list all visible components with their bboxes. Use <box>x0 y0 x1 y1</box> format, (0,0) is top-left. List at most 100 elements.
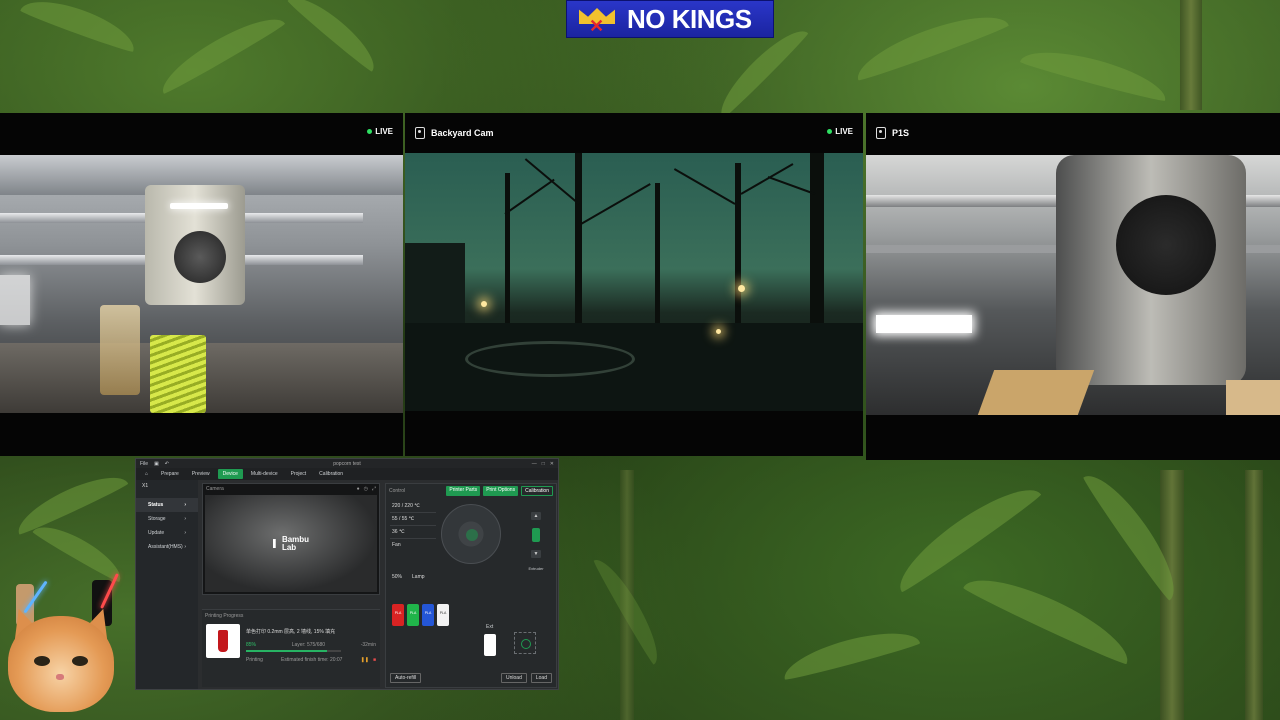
camera-icon <box>876 127 886 139</box>
crown-logo-icon: ✕ <box>575 4 619 36</box>
kitten-face <box>8 616 114 712</box>
external-spool-label: Ext <box>486 624 494 630</box>
tab-project[interactable]: Project <box>286 469 312 479</box>
home-icon[interactable]: ⌂ <box>140 469 153 479</box>
auto-refill-button[interactable]: Auto-refill <box>390 673 422 683</box>
chevron-right-icon: › <box>184 502 186 508</box>
p1s-video-feed <box>866 155 1280 415</box>
ams-spool[interactable]: PLA <box>437 604 449 626</box>
sidebar-item-label: Storage <box>148 516 166 522</box>
camera-icon <box>415 127 425 139</box>
p1s-cam-panel: P1S <box>866 113 1280 460</box>
tab-device[interactable]: Device <box>217 469 243 479</box>
z-up-button[interactable]: ▲ <box>531 512 541 520</box>
pause-icon[interactable]: ❚❚ <box>361 657 369 663</box>
progress-percent: 85% <box>246 642 257 648</box>
close-icon[interactable]: ✕ <box>550 461 554 467</box>
ams-3d-view <box>514 632 536 654</box>
progress-section-label: Printing Progress <box>205 613 244 619</box>
progress-fill <box>246 650 327 652</box>
printer-parts-button[interactable]: Printer Parts <box>446 486 481 496</box>
ams-spool[interactable]: PLA <box>422 604 434 626</box>
undo-icon[interactable]: ↶ <box>165 461 169 467</box>
bambu-mark-icon <box>272 539 276 548</box>
sidebar-item-storage[interactable]: Storage › <box>136 512 198 526</box>
z-axis-controls: ▲ ▼ Extruder <box>528 512 544 571</box>
tab-label: Multi-device <box>250 471 278 477</box>
tab-preview[interactable]: Preview <box>187 469 215 479</box>
expand-icon[interactable]: ⤢ <box>372 486 376 492</box>
extruder-icon <box>532 528 540 542</box>
print-state: Printing <box>246 657 263 663</box>
unload-button[interactable]: Unload <box>501 673 527 683</box>
estimated-finish: Estimated finish time: 20:07 <box>281 657 343 663</box>
kitten-jedi-overlay <box>0 573 132 720</box>
ams-spool[interactable]: PLA <box>407 604 419 626</box>
print-options-button[interactable]: Print Options <box>483 486 519 496</box>
ams-spool[interactable]: PLA <box>392 604 404 626</box>
cam-header: P1S <box>866 113 1280 153</box>
printer-cam-panel: LIVE <box>0 113 403 456</box>
device-selector[interactable]: X1 <box>136 480 198 492</box>
axis-jog-control[interactable] <box>441 504 501 564</box>
cam-header: Backyard Cam <box>405 113 863 153</box>
minimize-icon[interactable]: — <box>532 461 537 467</box>
cam-title: Backyard Cam <box>431 128 494 138</box>
progress-bar <box>246 650 341 652</box>
timelapse-icon[interactable]: ◷ <box>364 486 368 492</box>
control-title: Control <box>389 488 406 494</box>
model-thumbnail <box>206 624 240 658</box>
banner-text: NO KINGS <box>627 3 752 34</box>
fan-label: Fan <box>392 542 401 548</box>
chamber-temp: 36 ℃ <box>390 526 436 539</box>
tab-label: Calibration <box>319 471 344 477</box>
sidebar-item-label: Assistant(HMS) <box>148 544 183 550</box>
control-panel: Control Printer Parts Print Options Cali… <box>385 483 557 688</box>
chevron-right-icon: › <box>184 516 186 522</box>
main-tabs: ⌂ Prepare Preview Device Multi-device Pr… <box>136 468 558 480</box>
save-icon[interactable]: ▣ <box>154 461 159 467</box>
fan-lamp-row: 50% Lamp <box>392 574 425 580</box>
cam-header <box>0 113 403 153</box>
tab-prepare[interactable]: Prepare <box>156 469 184 479</box>
live-indicator: LIVE <box>367 127 393 136</box>
temperature-list: 220 / 220 ℃ 55 / 55 ℃ 36 ℃ Fan <box>390 500 436 551</box>
live-label: LIVE <box>835 127 853 136</box>
tab-label: Preview <box>191 471 210 477</box>
chevron-right-icon: › <box>184 544 186 550</box>
device-name: X1 <box>142 483 149 489</box>
window-title: popcorn test <box>333 460 361 467</box>
file-menu[interactable]: File <box>140 461 148 467</box>
sidebar-item-label: Update <box>148 530 165 536</box>
bambu-studio-window: File ▣ ↶ popcorn test — □ ✕ ⌂ Prepare Pr… <box>135 458 559 690</box>
sidebar-item-assistant[interactable]: Assistant(HMS) › <box>136 540 198 554</box>
live-label: LIVE <box>375 127 393 136</box>
no-kings-banner: ✕ NO KINGS <box>566 0 774 38</box>
stop-icon[interactable]: ■ <box>373 657 376 663</box>
home-button[interactable] <box>466 529 478 541</box>
bambu-lab-logo: Bambu Lab <box>272 535 309 552</box>
sidebar-item-status[interactable]: Status › <box>136 498 198 512</box>
layer-count: Layer: 575/680 <box>291 642 326 648</box>
sidebar-item-update[interactable]: Update › <box>136 526 198 540</box>
maximize-icon[interactable]: □ <box>542 461 545 467</box>
bed-temp[interactable]: 55 / 55 ℃ <box>390 513 436 526</box>
nozzle-temp[interactable]: 220 / 220 ℃ <box>390 500 436 513</box>
printing-progress-panel: Printing Progress 单色打印 0.2mm 层高, 2 墙线, 1… <box>202 609 380 687</box>
load-button[interactable]: Load <box>530 673 552 683</box>
device-sidebar: X1 Status › Storage › Update › Assistant(HM… <box>136 480 198 689</box>
record-icon[interactable]: ● <box>357 486 360 492</box>
live-dot-icon <box>827 129 833 134</box>
z-down-button[interactable]: ▼ <box>531 550 541 558</box>
window-titlebar: File ▣ ↶ popcorn test — □ ✕ <box>136 459 558 468</box>
external-spool[interactable] <box>484 634 496 656</box>
tab-calibration[interactable]: Calibration <box>314 469 348 479</box>
tab-multi-device[interactable]: Multi-device <box>246 469 283 479</box>
lamp-toggle[interactable]: Lamp <box>412 574 425 580</box>
tab-label: Prepare <box>161 471 179 477</box>
printer-video-feed <box>0 155 403 413</box>
calibration-button[interactable]: Calibration <box>521 486 553 496</box>
time-remaining: -32min <box>360 642 376 648</box>
cam-title: P1S <box>892 128 910 138</box>
fan-speed[interactable]: 50% <box>392 574 402 580</box>
